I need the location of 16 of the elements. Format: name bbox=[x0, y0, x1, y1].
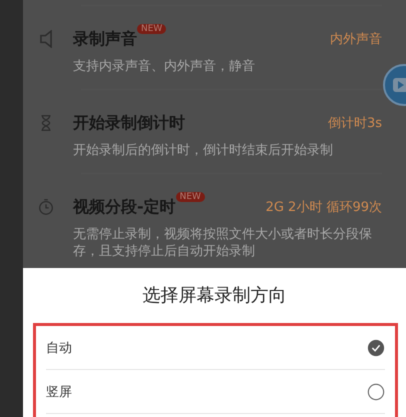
sheet-title: 选择屏幕录制方向 bbox=[142, 284, 288, 308]
setting-title: 开始录制倒计时 bbox=[73, 112, 185, 134]
setting-description: 无需停止录制，视频将按照文件大小或者时长分段保存，且支持停止后自动开始录制 bbox=[73, 226, 373, 260]
setting-title: 视频分段-定时 bbox=[73, 196, 176, 218]
orientation-option[interactable]: 自动 bbox=[46, 326, 385, 370]
new-badge: NEW bbox=[176, 192, 205, 202]
setting-value[interactable]: 2G 2小时 循环99次 bbox=[266, 198, 382, 216]
setting-value[interactable]: 内外声音 bbox=[330, 30, 382, 48]
clock-icon bbox=[37, 198, 55, 216]
setting-description: 开始录制后的倒计时，倒计时结束后开始录制 bbox=[73, 142, 334, 159]
setting-title: 录制声音 bbox=[73, 28, 137, 50]
setting-value[interactable]: 倒计时3s bbox=[328, 114, 382, 132]
orientation-option[interactable]: 竖屏 bbox=[46, 370, 385, 414]
setting-description: 支持内录声音、内外声音，静音 bbox=[73, 58, 256, 75]
speaker-icon bbox=[37, 30, 55, 48]
new-badge: NEW bbox=[137, 24, 166, 34]
